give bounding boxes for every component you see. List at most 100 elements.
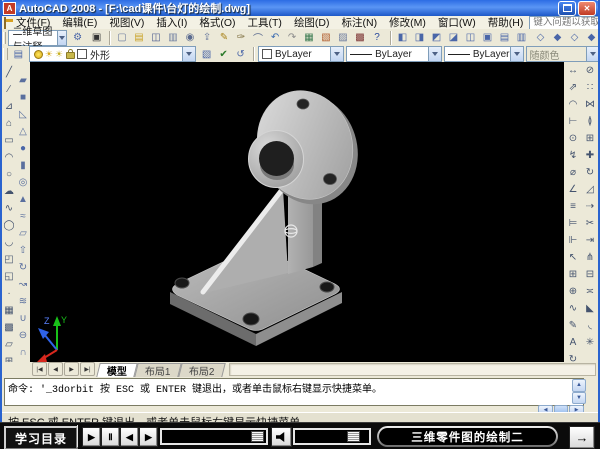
toc-button[interactable]: 学习目录	[4, 426, 78, 449]
scroll-up-icon[interactable]: ▲	[572, 379, 586, 392]
markup-icon[interactable]: ▧	[318, 29, 335, 46]
redo-icon[interactable]: ↷	[284, 29, 301, 46]
box-3d-icon[interactable]: ◧	[394, 29, 411, 46]
dim-continue-icon[interactable]: ⊩	[565, 232, 581, 249]
view-sw-icon[interactable]: ◇	[532, 29, 549, 46]
menu-help[interactable]: 帮助(H)	[482, 15, 530, 30]
sheet-set-icon[interactable]: ▦	[301, 29, 318, 46]
rotate-icon[interactable]: ↻	[582, 164, 598, 181]
revolve-icon[interactable]: ↻	[15, 259, 31, 276]
volume-handle[interactable]	[347, 431, 360, 442]
layer-combobox[interactable]: ☀ ☀ 外形	[29, 46, 196, 62]
progress-handle[interactable]	[251, 431, 264, 442]
loft-icon[interactable]: ≋	[15, 293, 31, 310]
tab-last-icon[interactable]: ▶|	[80, 362, 95, 376]
chamfer-icon[interactable]: ◣	[582, 300, 598, 317]
sphere-3d-icon[interactable]: ◪	[445, 29, 462, 46]
loft-3d-icon[interactable]: ▥	[513, 29, 530, 46]
plotstyle-combobox[interactable]: 随颜色	[526, 46, 600, 62]
restore-icon[interactable]	[558, 1, 576, 16]
helix-icon[interactable]: ≈	[15, 208, 31, 225]
planar-surface-icon[interactable]: ▱	[15, 225, 31, 242]
extrude-3d-icon[interactable]: ▤	[496, 29, 513, 46]
chevron-down-icon[interactable]	[428, 47, 441, 61]
dim-edit-icon[interactable]: ✎	[565, 317, 581, 334]
step-forward-button[interactable]: ▶	[139, 427, 158, 447]
menu-dimension[interactable]: 标注(N)	[336, 15, 384, 30]
volume-slider[interactable]	[293, 428, 371, 445]
chevron-down-icon[interactable]	[330, 47, 343, 61]
dim-diameter-icon[interactable]: ⌀	[565, 164, 581, 181]
help-search-input[interactable]	[529, 16, 600, 30]
offset-icon[interactable]: ≬	[582, 113, 598, 130]
copy-icon[interactable]: ∷	[582, 79, 598, 96]
horizontal-scrollbar[interactable]	[229, 363, 596, 376]
cylinder-icon[interactable]: ▮	[15, 157, 31, 174]
break-icon[interactable]: ⊟	[582, 266, 598, 283]
menu-edit[interactable]: 编辑(E)	[56, 15, 103, 30]
dim-text-edit-icon[interactable]: A	[565, 334, 581, 351]
union-icon[interactable]: ∪	[15, 310, 31, 327]
toolbar-grip[interactable]	[3, 48, 8, 60]
extrude-icon[interactable]: ⇧	[15, 242, 31, 259]
join-icon[interactable]: ≍	[582, 283, 598, 300]
sphere-icon[interactable]: ●	[15, 140, 31, 157]
plot-icon[interactable]: ▥	[165, 29, 182, 46]
arc-tool-icon[interactable]: ⌒	[250, 29, 267, 46]
dim-linear-icon[interactable]: ↔	[565, 62, 581, 79]
quick-leader-icon[interactable]: ↖	[565, 249, 581, 266]
dim-arc-length-icon[interactable]: ◠	[565, 96, 581, 113]
qnew-icon[interactable]: ▢	[114, 29, 131, 46]
tab-first-icon[interactable]: |◀	[32, 362, 47, 376]
command-history[interactable]: 命令: '_3dorbit 按 ESC 或 ENTER 键退出，或者单击鼠标右键…	[4, 378, 584, 406]
close-icon[interactable]: ✕	[578, 1, 596, 16]
block-editor-icon[interactable]: ▨	[335, 29, 352, 46]
dim-jogged-icon[interactable]: ↯	[565, 147, 581, 164]
trim-icon[interactable]: ✂	[582, 215, 598, 232]
wedge-icon[interactable]: ◺	[15, 106, 31, 123]
cylinder-3d-icon[interactable]: ◫	[462, 29, 479, 46]
menu-insert[interactable]: 插入(I)	[150, 15, 193, 30]
color-combobox[interactable]: ByLayer	[258, 46, 344, 62]
progress-slider[interactable]	[160, 428, 268, 445]
dim-radius-icon[interactable]: ⊙	[565, 130, 581, 147]
pencil-icon[interactable]: ✎	[216, 29, 233, 46]
layer-previous-icon[interactable]: ↺	[232, 46, 249, 63]
dim-jog-line-icon[interactable]: ∿	[565, 300, 581, 317]
layer-states-icon[interactable]: ▧	[198, 46, 215, 63]
plot-preview-icon[interactable]: ◉	[182, 29, 199, 46]
make-current-icon[interactable]: ✔	[215, 46, 232, 63]
center-mark-icon[interactable]: ⊕	[565, 283, 581, 300]
dim-aligned-icon[interactable]: ⇗	[565, 79, 581, 96]
calculator-icon[interactable]: ▩	[352, 29, 369, 46]
chevron-down-icon[interactable]	[182, 47, 195, 61]
subtract-icon[interactable]: ⊖	[15, 327, 31, 344]
polysolid-icon[interactable]: ▰	[15, 72, 31, 89]
sweep-icon[interactable]: ↝	[15, 276, 31, 293]
quick-dim-icon[interactable]: ≡	[565, 198, 581, 215]
pause-button[interactable]: Ⅱ	[101, 427, 120, 447]
layer-properties-icon[interactable]: ▤	[10, 46, 27, 63]
tolerance-icon[interactable]: ⊞	[565, 266, 581, 283]
menu-window[interactable]: 窗口(W)	[432, 15, 482, 30]
command-vscrollbar[interactable]: ▲ ▼	[572, 379, 584, 404]
linetype-combobox[interactable]: ByLayer	[346, 46, 442, 62]
fillet-icon[interactable]: ◟	[582, 317, 598, 334]
title-bar[interactable]: A AutoCAD 2008 - [F:\cad课件\台灯的绘制.dwg] ✕	[0, 0, 600, 16]
cone-3d-icon[interactable]: ◩	[428, 29, 445, 46]
workspace-save-icon[interactable]: ▣	[88, 29, 105, 46]
tab-next-icon[interactable]: ▶	[64, 362, 79, 376]
drawing-file-icon[interactable]	[4, 17, 6, 29]
help-icon[interactable]: ?	[369, 29, 386, 46]
cone-icon[interactable]: △	[15, 123, 31, 140]
intersect-icon[interactable]: ∩	[15, 344, 31, 361]
toolbar-grip[interactable]	[3, 32, 6, 44]
dim-angular-icon[interactable]: ∠	[565, 181, 581, 198]
box-icon[interactable]: ■	[15, 89, 31, 106]
speaker-icon[interactable]	[271, 427, 292, 447]
mirror-icon[interactable]: ⋈	[582, 96, 598, 113]
tab-layout1[interactable]: 布局1	[134, 363, 181, 377]
menu-format[interactable]: 格式(O)	[193, 15, 241, 30]
command-input[interactable]	[8, 393, 568, 404]
explode-icon[interactable]: ✳	[582, 334, 598, 351]
